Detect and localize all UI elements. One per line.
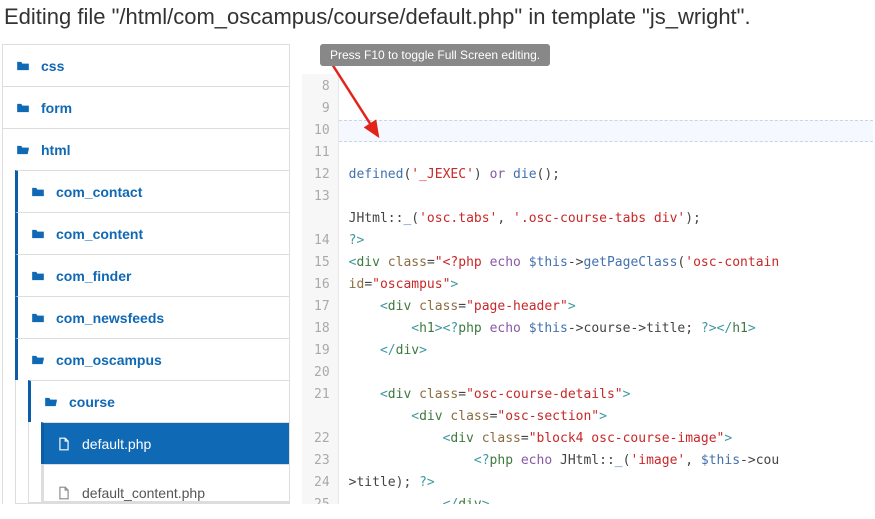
folder-label: com_oscampus xyxy=(56,352,162,368)
file-default-php[interactable]: default.php xyxy=(41,422,290,464)
editor-pane: Press F10 to toggle Full Screen editing.… xyxy=(302,44,873,504)
folder-label: com_finder xyxy=(56,268,131,284)
folder-open-icon xyxy=(30,352,46,368)
file-tree: css form html com_contact com_content co… xyxy=(2,44,290,504)
folder-com-contact[interactable]: com_contact xyxy=(15,170,290,212)
folder-icon xyxy=(30,226,46,242)
folder-css[interactable]: css xyxy=(2,44,290,86)
file-icon xyxy=(56,485,72,501)
folder-icon xyxy=(30,184,46,200)
line-gutter: 8910111213 1415161718192021 222324252627… xyxy=(302,74,339,504)
file-label: default_content.php xyxy=(82,485,205,501)
folder-label: com_contact xyxy=(56,184,142,200)
folder-com-finder[interactable]: com_finder xyxy=(15,254,290,296)
folder-icon xyxy=(30,268,46,284)
folder-html[interactable]: html xyxy=(2,128,290,170)
folder-label: com_newsfeeds xyxy=(56,310,164,326)
folder-label: css xyxy=(41,58,64,74)
folder-icon xyxy=(15,100,31,116)
folder-open-icon xyxy=(15,142,31,158)
folder-com-oscampus[interactable]: com_oscampus xyxy=(15,338,290,380)
file-default-content-php[interactable]: default_content.php xyxy=(41,464,290,502)
folder-com-content[interactable]: com_content xyxy=(15,212,290,254)
code-area[interactable]: defined('_JEXEC') or die(); JHtml::_('os… xyxy=(339,74,873,504)
code-editor[interactable]: 8910111213 1415161718192021 222324252627… xyxy=(302,74,873,504)
folder-icon xyxy=(15,58,31,74)
folder-label: com_content xyxy=(56,226,143,242)
folder-course[interactable]: course xyxy=(28,380,290,422)
fullscreen-tooltip: Press F10 to toggle Full Screen editing. xyxy=(320,44,550,66)
page-title: Editing file "/html/com_oscampus/course/… xyxy=(0,0,875,44)
folder-label: html xyxy=(41,142,71,158)
folder-label: form xyxy=(41,100,72,116)
file-label: default.php xyxy=(82,436,151,452)
folder-label: course xyxy=(69,394,115,410)
file-icon xyxy=(56,436,72,452)
folder-form[interactable]: form xyxy=(2,86,290,128)
folder-open-icon xyxy=(43,394,59,410)
folder-icon xyxy=(30,310,46,326)
active-line-highlight xyxy=(339,120,873,142)
folder-com-newsfeeds[interactable]: com_newsfeeds xyxy=(15,296,290,338)
